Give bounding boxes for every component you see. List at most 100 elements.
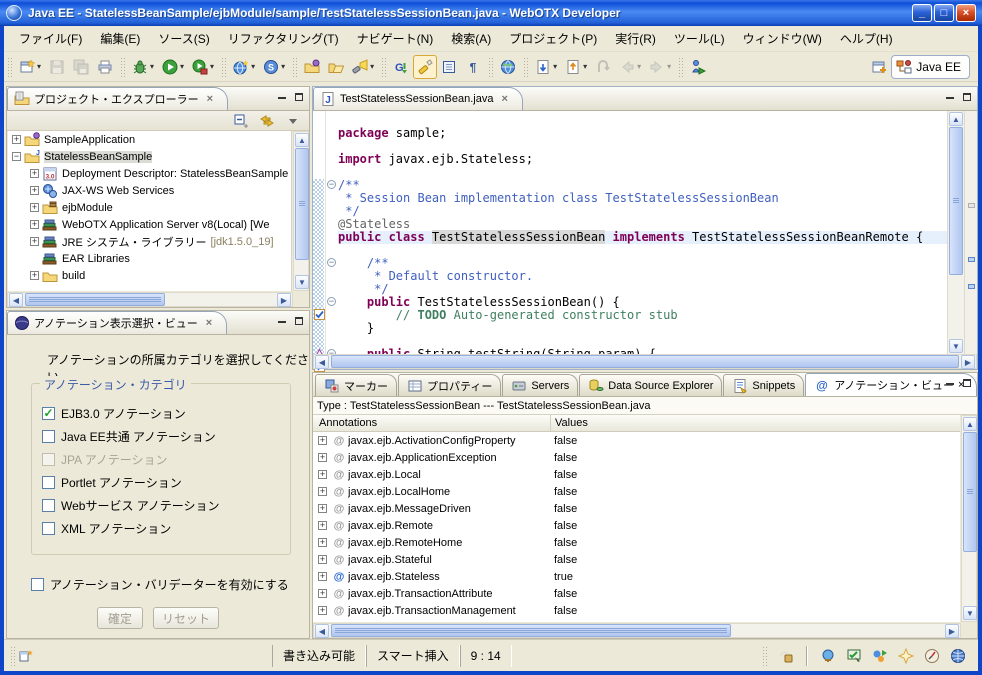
dropdown-arrow-icon[interactable]: ▾ (37, 62, 41, 71)
annotation-checkbox-row-0[interactable]: ✓ EJB3.0 アノテーション (42, 402, 284, 425)
expand-toggle-icon[interactable]: + (318, 555, 327, 564)
globe-scope-tray-button[interactable] (818, 644, 838, 668)
checkbox[interactable] (42, 522, 55, 535)
block-selection-button[interactable] (437, 55, 461, 79)
task-marker-icon[interactable] (314, 309, 325, 320)
code-line-7[interactable]: */ (338, 205, 947, 218)
annotation-row-6[interactable]: + @ javax.ejb.RemoteHome false (313, 534, 960, 551)
scroll-up-icon[interactable]: ▲ (963, 417, 977, 431)
expand-toggle-icon[interactable]: + (318, 538, 327, 547)
project-tree-hscrollbar[interactable]: ◀ ▶ (7, 292, 293, 307)
scroll-right-icon[interactable]: ▶ (277, 293, 291, 307)
tree-item-7[interactable]: +EAR Libraries (8, 250, 291, 267)
annotation-checkbox-row-1[interactable]: Java EE共通 アノテーション (42, 425, 284, 448)
collapse-toggle-icon[interactable]: − (12, 152, 21, 161)
expand-toggle-icon[interactable]: + (12, 135, 21, 144)
menu-item-5[interactable]: 検索(A) (442, 26, 500, 51)
editor-overview-ruler[interactable] (964, 111, 977, 354)
collapse-all-button[interactable] (231, 112, 251, 130)
reset-button[interactable]: リセット (152, 607, 219, 629)
code-line-4[interactable] (338, 166, 947, 179)
scroll-left-icon[interactable]: ◀ (9, 293, 23, 307)
menu-item-9[interactable]: ウィンドウ(W) (734, 26, 831, 51)
dropdown-arrow-icon[interactable]: ▾ (637, 62, 641, 71)
dropdown-arrow-icon[interactable]: ▾ (281, 62, 285, 71)
new-wizard-button[interactable]: ▾ (15, 55, 45, 79)
code-area[interactable]: package sample; import javax.ejb.Stateles… (338, 111, 947, 354)
dropdown-arrow-icon[interactable]: ▾ (667, 62, 671, 71)
annotation-row-10[interactable]: + @ javax.ejb.TransactionManagement false (313, 602, 960, 619)
menu-item-8[interactable]: ツール(L) (665, 26, 734, 51)
previous-annotation-button[interactable]: ▾ (561, 55, 591, 79)
scroll-up-icon[interactable]: ▲ (295, 133, 309, 147)
validator-checkbox[interactable] (31, 578, 44, 591)
open-resource-button[interactable] (324, 55, 348, 79)
annotation-row-9[interactable]: + @ javax.ejb.TransactionAttribute false (313, 585, 960, 602)
annotation-row-3[interactable]: + @ javax.ejb.LocalHome false (313, 483, 960, 500)
expand-toggle-icon[interactable]: + (30, 186, 39, 195)
print-button[interactable] (93, 55, 117, 79)
minimize-button[interactable]: _ (912, 4, 932, 22)
tree-item-3[interactable]: + JAX-WS Web Services (8, 182, 291, 199)
code-line-3[interactable]: import javax.ejb.Stateless; (338, 153, 947, 166)
annotations-column-header[interactable]: Annotations (313, 415, 551, 431)
scroll-right-icon[interactable]: ▶ (961, 355, 975, 369)
expand-toggle-icon[interactable]: + (30, 271, 39, 280)
project-tree-vscrollbar[interactable]: ▲ ▼ (293, 131, 309, 291)
menu-item-0[interactable]: ファイル(F) (10, 26, 91, 51)
expand-toggle-icon[interactable]: + (318, 572, 327, 581)
open-ejb-resource-button[interactable] (300, 55, 324, 79)
checkbox[interactable]: ✓ (42, 407, 55, 420)
menu-item-6[interactable]: プロジェクト(P) (500, 26, 606, 51)
expand-toggle-icon[interactable]: + (318, 470, 327, 479)
tree-item-0[interactable]: + SampleApplication (8, 131, 291, 148)
menu-item-3[interactable]: リファクタリング(T) (219, 26, 348, 51)
code-line-1[interactable]: package sample; (338, 127, 947, 140)
annotation-checkbox-row-5[interactable]: XML アノテーション (42, 517, 284, 540)
shapes-tray-button[interactable] (870, 644, 890, 668)
next-annotation-button[interactable]: ▾ (531, 55, 561, 79)
table-hscrollbar[interactable]: ◀ ▶ (313, 623, 961, 638)
annotation-select-tab[interactable]: アノテーション表示選択・ビュー × (7, 311, 228, 334)
bottom-tab-4[interactable]: Snippets (723, 374, 805, 396)
view-menu-button[interactable] (283, 112, 303, 130)
editor-maximize-button[interactable] (960, 91, 973, 103)
show-whitespace-button[interactable]: ¶ (461, 55, 485, 79)
scroll-thumb[interactable] (331, 355, 959, 368)
bottom-tab-1[interactable]: プロパティー (398, 374, 502, 396)
tree-item-5[interactable]: + WebOTX Application Server v8(Local) [We (8, 216, 291, 233)
network-globe-tray-button[interactable] (948, 644, 968, 668)
forward-button[interactable]: ▾ (645, 55, 675, 79)
tree-item-6[interactable]: + JRE システム・ライブラリー [jdk1.5.0_19] (8, 233, 291, 250)
annotation-row-8[interactable]: + @ javax.ejb.Stateless true (313, 568, 960, 585)
expand-toggle-icon[interactable]: + (30, 220, 39, 229)
back-button[interactable]: ▾ (615, 55, 645, 79)
expand-toggle-icon[interactable]: + (318, 606, 327, 615)
close-button[interactable]: × (956, 4, 976, 22)
dropdown-arrow-icon[interactable]: ▾ (180, 62, 184, 71)
annotation-row-1[interactable]: + @ javax.ejb.ApplicationException false (313, 449, 960, 466)
perspective-javaee-button[interactable]: Java EE (891, 54, 970, 79)
dropdown-arrow-icon[interactable]: ▾ (210, 62, 214, 71)
run-button[interactable]: ▾ (158, 55, 188, 79)
menu-item-2[interactable]: ソース(S) (149, 26, 218, 51)
scroll-thumb[interactable] (949, 127, 963, 275)
overview-marker[interactable] (968, 256, 975, 262)
link-with-editor-button[interactable] (257, 112, 277, 130)
dropdown-arrow-icon[interactable]: ▾ (370, 62, 374, 71)
web-service-explorer-button[interactable]: S ▾ (259, 55, 289, 79)
checkbox[interactable] (42, 499, 55, 512)
scroll-down-icon[interactable]: ▼ (949, 339, 963, 353)
editor-tab[interactable]: J TestStatelessSessionBean.java × (313, 87, 523, 110)
last-edit-location-button[interactable] (591, 55, 615, 79)
annotation-row-5[interactable]: + @ javax.ejb.Remote false (313, 517, 960, 534)
fold-collapse-icon[interactable]: − (327, 180, 336, 189)
code-line-15[interactable]: // TODO Auto-generated constructor stub (338, 309, 947, 322)
expand-toggle-icon[interactable]: + (318, 504, 327, 513)
editor-annotation-ruler[interactable] (313, 111, 326, 372)
annotation-select-maximize-button[interactable] (292, 315, 305, 327)
code-line-12[interactable]: * Default constructor. (338, 270, 947, 283)
menu-item-10[interactable]: ヘルプ(H) (831, 26, 902, 51)
editor-tab-close-icon[interactable]: × (501, 93, 507, 105)
overview-marker[interactable] (968, 283, 975, 289)
